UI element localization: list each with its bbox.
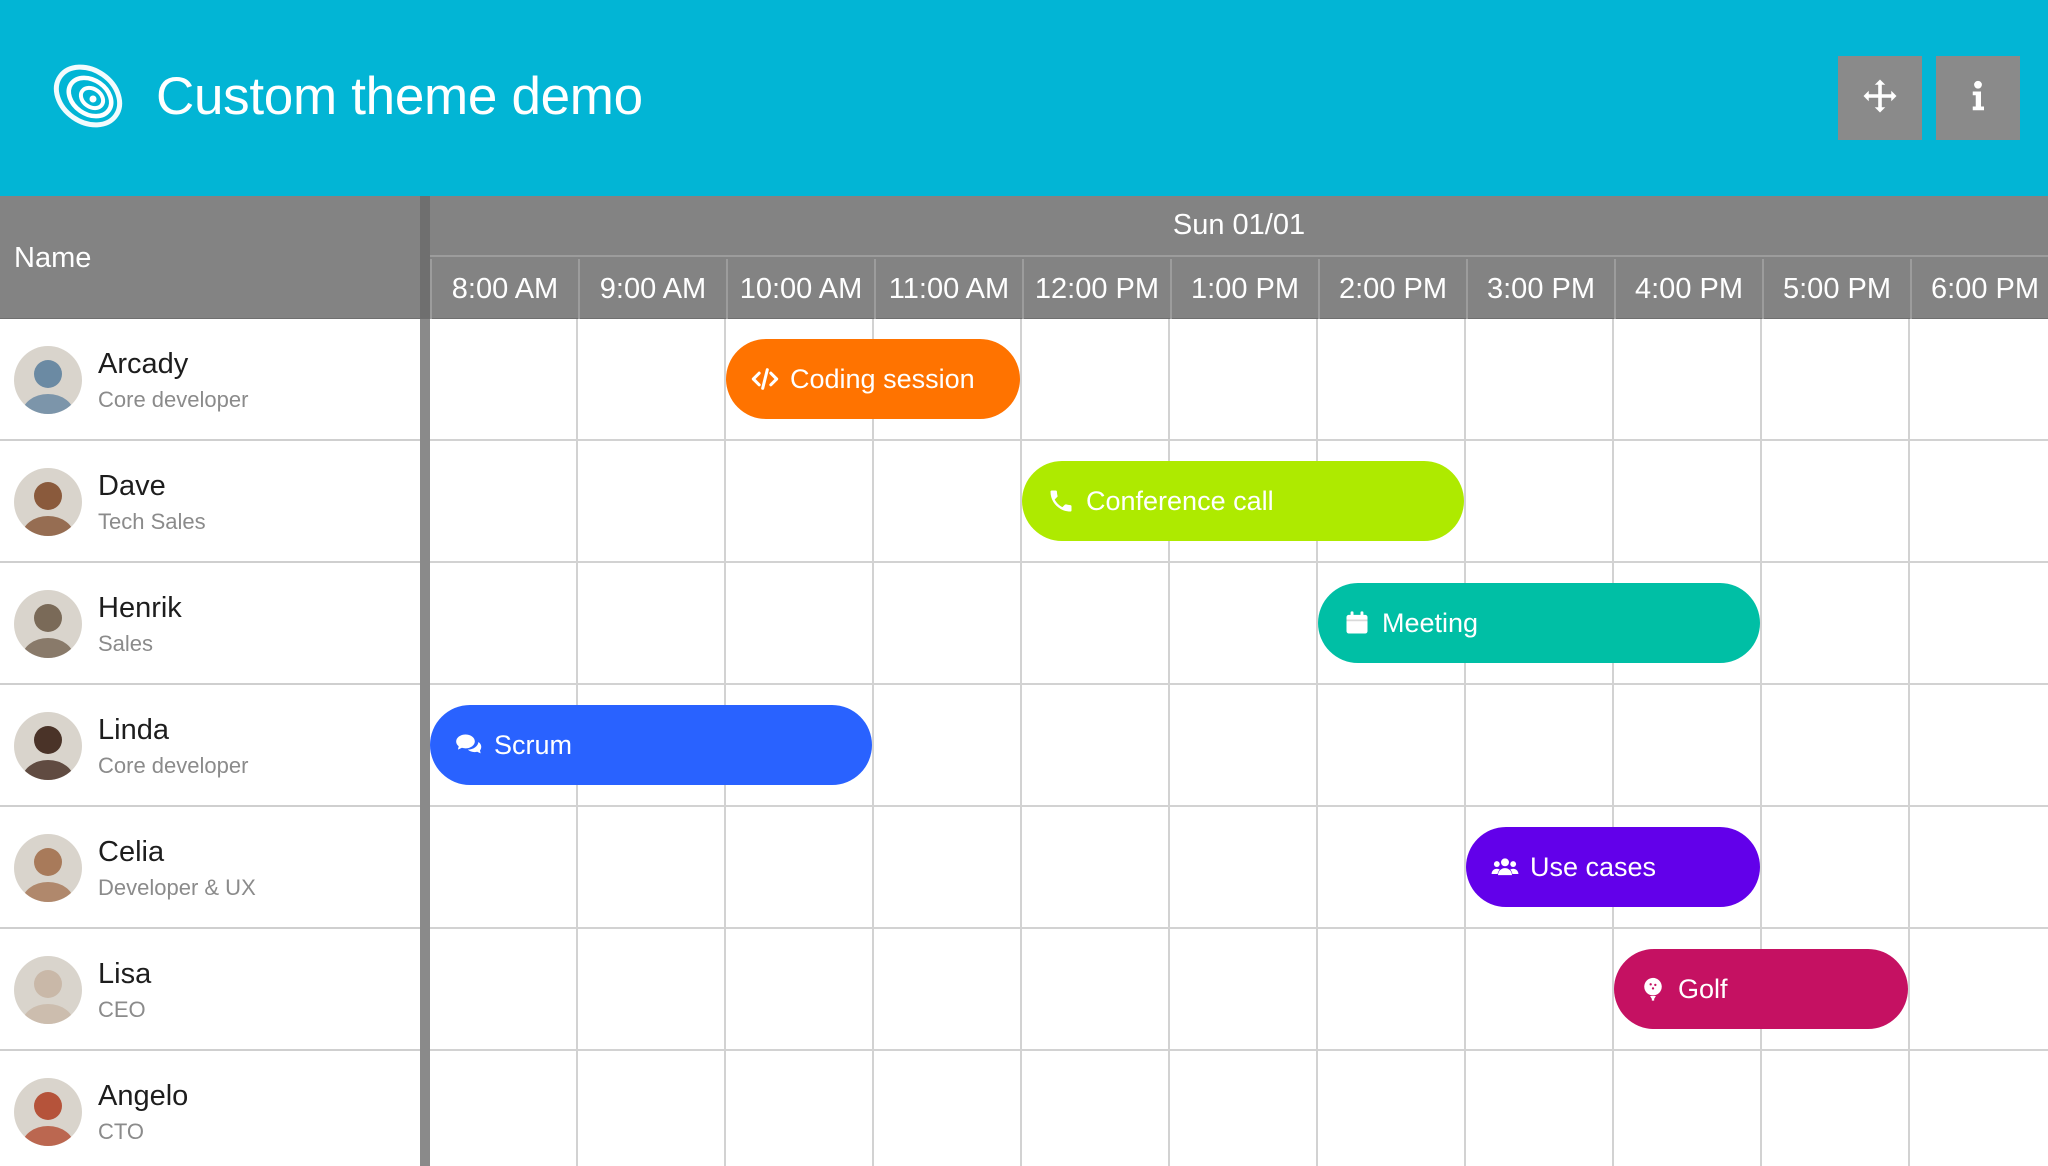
avatar — [14, 834, 82, 902]
avatar — [14, 346, 82, 414]
grid-row-line — [430, 561, 2048, 563]
resource-name: Celia — [98, 836, 165, 868]
event-label: Scrum — [494, 729, 573, 760]
spiral-logo-icon — [46, 56, 126, 132]
resource-role: Core developer — [98, 387, 249, 412]
event-scrum[interactable]: Scrum — [430, 705, 872, 785]
grid-row-line — [430, 683, 2048, 685]
event-label: Coding session — [790, 363, 975, 394]
avatar — [14, 1078, 82, 1146]
time-slot-header: 6:00 PM — [1910, 259, 2048, 319]
event-label: Use cases — [1530, 851, 1657, 882]
time-slot-header: 8:00 AM — [430, 259, 578, 319]
app-header: Custom theme demo — [0, 0, 2048, 196]
resource-role: Sales — [98, 631, 154, 656]
avatar — [14, 590, 82, 658]
resource-row[interactable]: Linda Core developer — [0, 685, 420, 807]
date-header: Sun 01/01 — [430, 196, 2048, 257]
resource-row[interactable]: Dave Tech Sales — [0, 441, 420, 563]
time-slot-header: 11:00 AM — [874, 259, 1022, 319]
time-slot-header: 12:00 PM — [1022, 259, 1170, 319]
event-label: Meeting — [1382, 607, 1479, 638]
grid-row-line — [430, 927, 2048, 929]
users-icon — [1490, 852, 1520, 882]
resource-name: Lisa — [98, 958, 152, 990]
calendar-icon — [1342, 608, 1372, 638]
grid-column-line — [1760, 319, 1762, 1166]
grid-column-line — [1612, 319, 1614, 1166]
event-conference-call[interactable]: Conference call — [1022, 461, 1464, 541]
scheduler-header: Name Sun 01/01 8:00 AM 9:00 AM 10:00 AM 11:… — [0, 196, 2048, 319]
event-coding-session[interactable]: Coding session — [726, 339, 1020, 419]
event-label: Conference call — [1086, 485, 1274, 516]
resource-name: Dave — [98, 470, 166, 502]
resource-row[interactable]: Henrik Sales — [0, 563, 420, 685]
resource-role: Tech Sales — [98, 509, 206, 534]
comments-icon — [454, 730, 484, 760]
event-golf[interactable]: Golf — [1614, 949, 1908, 1029]
app-title: Custom theme demo — [156, 67, 643, 126]
resource-row[interactable]: Arcady Core developer — [0, 319, 420, 441]
time-slot-header: 10:00 AM — [726, 259, 874, 319]
avatar — [14, 956, 82, 1024]
grid-column-line — [1168, 319, 1170, 1166]
grid-column-line — [872, 319, 874, 1166]
golf-ball-icon — [1638, 974, 1668, 1004]
event-use-cases[interactable]: Use cases — [1466, 827, 1760, 907]
resource-name: Henrik — [98, 592, 182, 624]
grid-column-line — [1020, 319, 1022, 1166]
time-slot-header: 2:00 PM — [1318, 259, 1466, 319]
resource-role: Developer & UX — [98, 875, 256, 900]
time-slot-header: 5:00 PM — [1762, 259, 1910, 319]
header-splitter — [420, 196, 430, 319]
resource-name: Arcady — [98, 348, 189, 380]
resource-role: Core developer — [98, 753, 249, 778]
name-column-header: Name — [14, 242, 92, 274]
move-arrows-icon — [1862, 78, 1898, 119]
move-button[interactable] — [1838, 56, 1922, 140]
time-slot-header: 3:00 PM — [1466, 259, 1614, 319]
avatar — [14, 712, 82, 780]
resource-row[interactable]: Celia Developer & UX — [0, 807, 420, 929]
avatar — [14, 468, 82, 536]
info-button[interactable] — [1936, 56, 2020, 140]
grid-row-line — [430, 439, 2048, 441]
column-splitter[interactable] — [420, 319, 430, 1166]
grid-column-line — [1908, 319, 1910, 1166]
resource-row[interactable]: Angelo CTO — [0, 1051, 420, 1166]
phone-icon — [1046, 486, 1076, 516]
code-icon — [750, 364, 780, 394]
grid-column-line — [1316, 319, 1318, 1166]
info-icon — [1960, 78, 1996, 119]
event-label: Golf — [1678, 973, 1728, 1004]
timeline-grid[interactable]: Coding session Conference call Meeting Scru… — [430, 319, 2048, 1166]
resource-row[interactable]: Lisa CEO — [0, 929, 420, 1051]
resource-role: CEO — [98, 997, 146, 1022]
resource-name: Angelo — [98, 1080, 189, 1112]
time-slot-header: 4:00 PM — [1614, 259, 1762, 319]
time-slot-header: 9:00 AM — [578, 259, 726, 319]
grid-row-line — [430, 1049, 2048, 1051]
grid-row-line — [430, 805, 2048, 807]
time-slot-header: 1:00 PM — [1170, 259, 1318, 319]
resource-role: CTO — [98, 1119, 145, 1144]
event-meeting[interactable]: Meeting — [1318, 583, 1760, 663]
grid-column-line — [1464, 319, 1466, 1166]
resource-name: Linda — [98, 714, 169, 746]
